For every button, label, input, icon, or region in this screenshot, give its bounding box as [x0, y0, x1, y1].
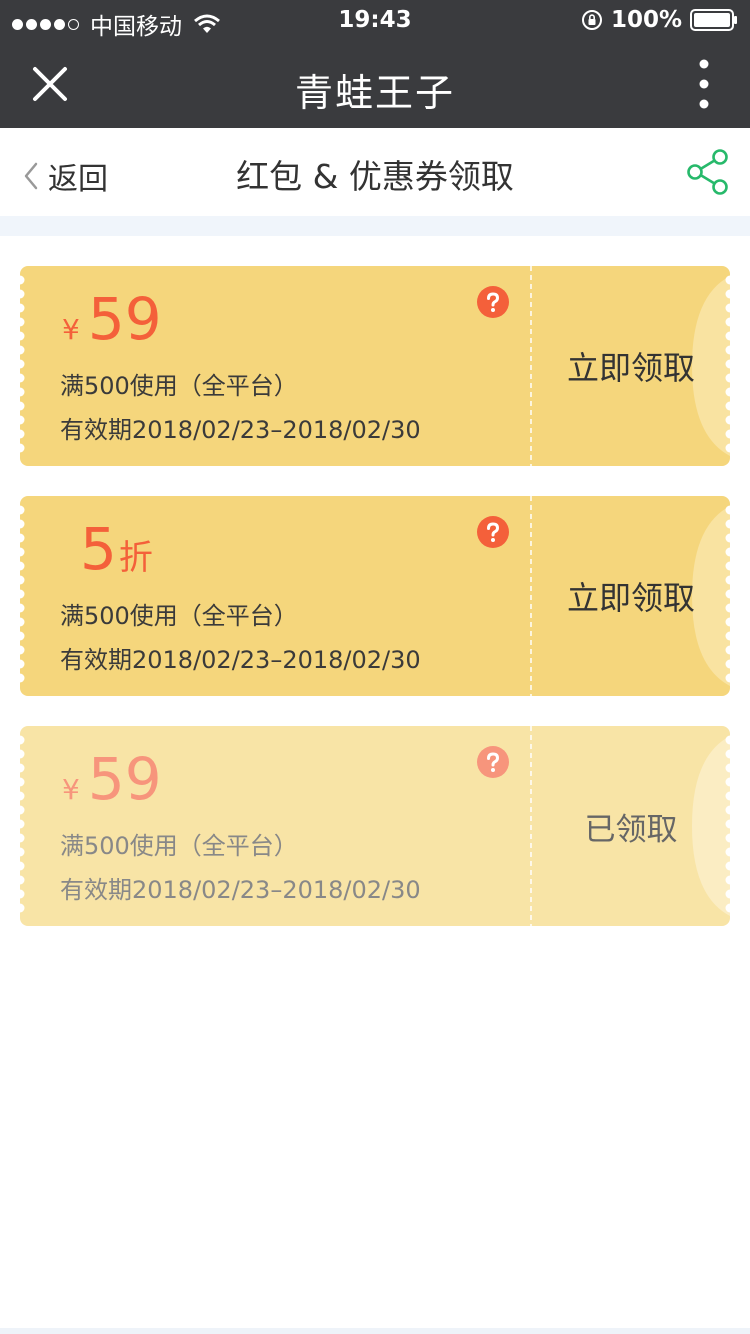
currency-symbol: ¥ [62, 313, 80, 346]
coupon-card: 5 折 满500使用（全平台） 有效期2018/02/23–2018/02/30… [20, 496, 730, 696]
coupon-value: ¥ 59 [62, 750, 164, 808]
coupon-validity: 有效期2018/02/23–2018/02/30 [60, 646, 421, 674]
status-bar: 中国移动 19:43 100% [0, 0, 750, 40]
coupon-value: ¥ 59 [62, 290, 164, 348]
header-divider [0, 216, 750, 236]
battery-percent: 100% [610, 7, 682, 33]
app-title-bar: 青蛙王子 [0, 40, 750, 128]
share-button[interactable] [686, 148, 730, 196]
coupon-condition: 满500使用（全平台） [60, 372, 298, 400]
coupon-condition: 满500使用（全平台） [60, 602, 298, 630]
claimed-label: 已领取 [584, 811, 678, 848]
question-mark-icon[interactable] [477, 746, 509, 778]
coupon-amount: 5 [80, 515, 117, 583]
app-title: 青蛙王子 [294, 71, 455, 115]
battery-icon [690, 9, 737, 31]
question-mark-icon[interactable] [477, 516, 509, 548]
status-bar-right: 100% [581, 7, 738, 33]
page-nav-bar: 返回 红包 & 优惠券领取 [0, 128, 750, 216]
more-options-button[interactable] [692, 58, 716, 110]
coupon-condition: 满500使用（全平台） [60, 832, 298, 860]
currency-symbol: ¥ [62, 773, 80, 806]
coupon-card: ¥ 59 满500使用（全平台） 有效期2018/02/23–2018/02/3… [20, 266, 730, 466]
coupon-amount: 59 [87, 285, 162, 353]
coupon-validity: 有效期2018/02/23–2018/02/30 [60, 416, 421, 444]
coupon-validity: 有效期2018/02/23–2018/02/30 [60, 876, 421, 904]
coupon-amount: 59 [87, 745, 162, 813]
orientation-lock-icon [581, 10, 602, 30]
page-title: 红包 & 优惠券领取 [236, 157, 514, 196]
coupon-card: ¥ 59 满500使用（全平台） 有效期2018/02/23–2018/02/3… [20, 726, 730, 926]
bottom-edge [0, 1328, 750, 1334]
coupon-value: 5 折 [72, 520, 153, 579]
question-mark-icon[interactable] [477, 286, 509, 318]
coupon-unit: 折 [118, 538, 153, 578]
claim-button[interactable]: 立即领取 [532, 266, 730, 466]
claim-button[interactable]: 立即领取 [532, 496, 730, 696]
